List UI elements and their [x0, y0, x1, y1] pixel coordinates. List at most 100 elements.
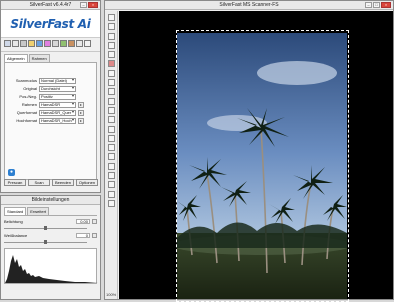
main-window-title: SilverFast v6.4.4r7	[29, 2, 72, 8]
mid-tone-icon[interactable]	[36, 40, 43, 47]
posneg-select[interactable]: Positiv	[39, 93, 76, 100]
zoom-icon[interactable]	[107, 97, 115, 105]
logo-area: SilverFast Ai	[1, 10, 100, 38]
minimize-button[interactable]: –	[365, 2, 372, 8]
belichtung-row: Belichtung 0.00	[1, 216, 100, 226]
belichtung-slider-thumb[interactable]	[44, 226, 47, 230]
main-window-titlebar[interactable]: SilverFast v6.4.4r7 – ×	[1, 1, 100, 10]
weissbalance-reset-icon[interactable]	[92, 232, 97, 238]
eye-icon[interactable]	[28, 40, 35, 47]
weissbalance-slider-thumb[interactable]	[44, 240, 47, 244]
maximize-button[interactable]: □	[373, 2, 380, 8]
belichtung-value-field[interactable]: 0.00	[76, 218, 90, 224]
rahmen-edit-icon[interactable]: ▸	[78, 101, 84, 108]
info-icon[interactable]	[84, 40, 91, 47]
preview-toolbar	[105, 11, 118, 299]
querformat-select[interactable]: HamaDSR_Quer	[39, 109, 76, 116]
belichtung-reset-icon[interactable]	[92, 218, 97, 224]
setting-label: Querformat	[16, 110, 37, 116]
setting-row-scanmodus: Scanmodus Normal (Datei)	[5, 77, 96, 85]
setting-label: Hochformat	[16, 118, 37, 124]
optionen-button[interactable]: Optionen	[76, 179, 98, 186]
tool-icon-bar	[1, 38, 100, 52]
scanmodus-select[interactable]: Normal (Datei)	[39, 77, 76, 84]
preview-canvas[interactable]	[119, 11, 393, 302]
scan-button[interactable]: Scan	[28, 179, 50, 186]
lock-icon[interactable]	[107, 153, 115, 161]
silverfast-main-window: SilverFast v6.4.4r7 – × SilverFast Ai Al…	[0, 0, 101, 193]
weissbalance-row: Weißbalance 0	[1, 230, 100, 240]
weissbalance-value-field[interactable]: 0	[76, 232, 90, 238]
tab-erweitert[interactable]: Erweitert	[27, 207, 50, 215]
settings-icon[interactable]	[107, 116, 115, 124]
setting-row-original: Original Durchsicht	[5, 85, 96, 93]
help-icon[interactable]: ●	[8, 169, 15, 176]
color-icon[interactable]	[107, 144, 115, 152]
rotate-icon[interactable]	[107, 79, 115, 87]
grid-icon[interactable]	[107, 69, 115, 77]
silverfast-logo: SilverFast Ai	[10, 16, 91, 31]
image-settings-window: Bildeinstellungen Standard Erweitert Bel…	[0, 195, 101, 300]
setting-label: Pos./Neg.	[19, 94, 37, 100]
querformat-edit-icon[interactable]: ▸	[78, 109, 84, 116]
belichtung-slider[interactable]	[4, 226, 97, 230]
image-settings-title: Bildeinstellungen	[31, 197, 70, 203]
hochformat-select[interactable]: HamaDSR_Hoch	[39, 117, 76, 124]
zoom-icon[interactable]	[12, 40, 19, 47]
weissbalance-slider[interactable]	[4, 240, 97, 244]
minimize-button[interactable]: –	[80, 2, 87, 8]
setting-row-hochformat: Hochformat HamaDSR_Hoch ▸	[5, 117, 96, 125]
scan-tool-icon[interactable]	[4, 40, 11, 47]
sharpen-icon[interactable]	[76, 40, 83, 47]
print-icon[interactable]	[107, 172, 115, 180]
copy-icon[interactable]	[107, 162, 115, 170]
histogram-icon[interactable]	[52, 40, 59, 47]
action-button-row: Prescan Scan Beenden Optionen	[1, 176, 101, 189]
scanner-titlebar[interactable]: SilverFast MS Scanner-FS – □ ×	[105, 1, 393, 10]
close-button[interactable]: ×	[381, 2, 391, 8]
eye-icon[interactable]	[107, 41, 115, 49]
tab-allgemein[interactable]: Allgemein	[4, 54, 28, 62]
setting-label: Scanmodus	[15, 78, 37, 84]
rahmen-select[interactable]: HamaDSR	[39, 101, 76, 108]
selective-color-icon[interactable]	[68, 40, 75, 47]
crop-icon[interactable]	[107, 125, 115, 133]
ruler-icon[interactable]	[107, 134, 115, 142]
help-icon[interactable]	[107, 199, 115, 207]
setting-row-posneg: Pos./Neg. Positiv	[5, 93, 96, 101]
pipette-icon[interactable]	[107, 23, 115, 31]
beenden-button[interactable]: Beenden	[52, 179, 74, 186]
zoom-level[interactable]: 100%	[106, 292, 117, 297]
frame-icon[interactable]	[107, 106, 115, 114]
general-settings-panel: Scanmodus Normal (Datei) Original Durchs…	[4, 62, 97, 180]
weissbalance-label: Weißbalance	[4, 232, 28, 238]
hand-icon[interactable]	[107, 32, 115, 40]
setting-row-querformat: Querformat HamaDSR_Quer ▸	[5, 109, 96, 117]
magnify-icon[interactable]	[107, 181, 115, 189]
color-icon[interactable]	[44, 40, 51, 47]
image-settings-titlebar[interactable]: Bildeinstellungen	[1, 196, 100, 205]
scanner-window-title: SilverFast MS Scanner-FS	[219, 2, 279, 8]
scan-frame-selection[interactable]	[176, 30, 349, 302]
tab-rahmen[interactable]: Rahmen	[28, 54, 50, 62]
prescan-button[interactable]: Prescan	[4, 179, 26, 186]
scanner-preview-window: SilverFast MS Scanner-FS – □ × 100%	[104, 0, 394, 302]
mirror-icon[interactable]	[107, 88, 115, 96]
belichtung-label: Belichtung	[4, 218, 23, 224]
densitometer-icon[interactable]	[107, 60, 115, 68]
info-tool-icon[interactable]	[107, 14, 115, 21]
setting-label: Rahmen	[21, 102, 37, 108]
close-button[interactable]: ×	[88, 2, 98, 8]
gradation-icon[interactable]	[60, 40, 67, 47]
setting-label: Original	[23, 86, 37, 92]
tab-standard[interactable]: Standard	[4, 207, 27, 215]
settings-tabs: Allgemein Rahmen	[1, 52, 100, 62]
setting-row-rahmen: Rahmen HamaDSR ▸	[5, 101, 96, 109]
image-settings-tabs: Standard Erweitert	[1, 205, 100, 215]
trash-icon[interactable]	[107, 190, 115, 198]
grid-icon[interactable]	[20, 40, 27, 47]
crosshair-icon[interactable]	[107, 51, 115, 59]
histogram-graph	[5, 255, 98, 283]
hochformat-edit-icon[interactable]: ▸	[78, 117, 84, 124]
original-select[interactable]: Durchsicht	[39, 85, 76, 92]
